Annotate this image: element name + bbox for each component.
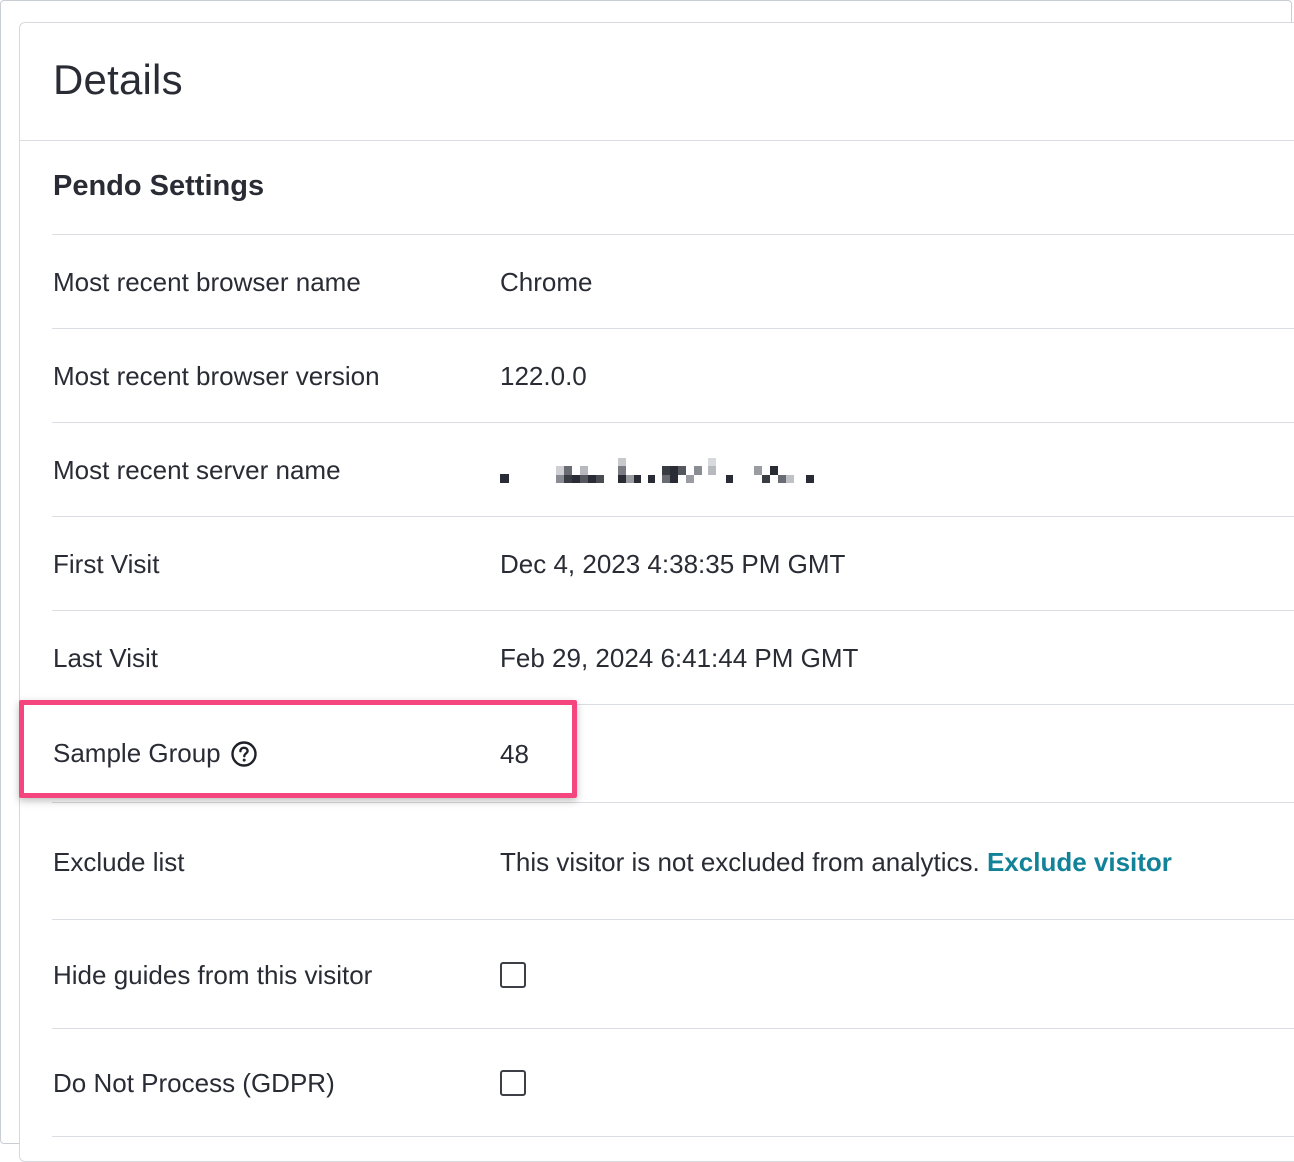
first-visit-label: First Visit — [53, 549, 160, 579]
browser-version-label: Most recent browser version — [53, 361, 380, 391]
server-name-label: Most recent server name — [53, 455, 341, 485]
exclude-list-label: Exclude list — [53, 847, 185, 877]
row-divider — [52, 1028, 1294, 1029]
row-divider — [52, 234, 1294, 235]
exclude-list-status: This visitor is not excluded from analyt… — [500, 847, 980, 877]
card-title: Details — [53, 56, 183, 103]
row-divider — [52, 328, 1294, 329]
do-not-process-checkbox[interactable] — [500, 1070, 526, 1096]
last-visit-value: Feb 29, 2024 6:41:44 PM GMT — [500, 643, 859, 673]
row-divider — [52, 422, 1294, 423]
row-divider — [52, 919, 1294, 920]
exclude-visitor-link[interactable]: Exclude visitor — [987, 847, 1172, 877]
first-visit-value: Dec 4, 2023 4:38:35 PM GMT — [500, 549, 846, 579]
browser-name-label: Most recent browser name — [53, 267, 361, 297]
section-title: Pendo Settings — [53, 170, 265, 202]
row-divider — [52, 802, 1294, 803]
title-divider — [20, 140, 1294, 141]
row-divider — [52, 1136, 1294, 1137]
row-divider — [52, 516, 1294, 517]
last-visit-label: Last Visit — [53, 643, 159, 673]
browser-name-value: Chrome — [500, 267, 593, 297]
row-divider — [52, 610, 1294, 611]
hide-guides-checkbox[interactable] — [500, 962, 526, 988]
do-not-process-label: Do Not Process (GDPR) — [53, 1068, 335, 1098]
browser-version-value: 122.0.0 — [500, 361, 587, 391]
exclude-list-value-wrap: This visitor is not excluded from analyt… — [500, 847, 1172, 877]
hide-guides-label: Hide guides from this visitor — [53, 960, 373, 990]
server-name-redacted-value — [500, 458, 814, 483]
highlight-box — [19, 700, 577, 798]
